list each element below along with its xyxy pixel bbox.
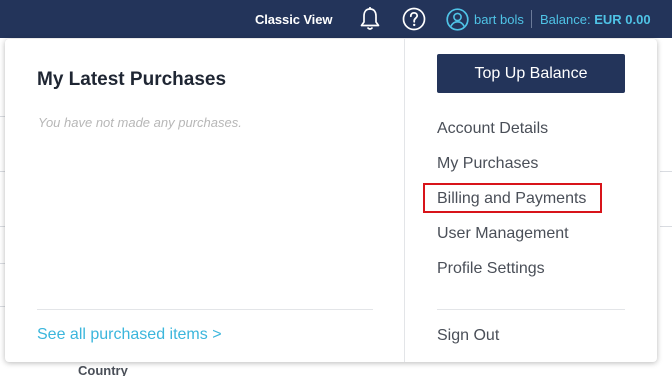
classic-view-link[interactable]: Classic View [255, 12, 332, 27]
latest-purchases-section: My Latest Purchases You have not made an… [5, 39, 404, 362]
menu-item-my-purchases[interactable]: My Purchases [437, 155, 538, 173]
top-up-balance-button[interactable]: Top Up Balance [437, 54, 625, 93]
country-column-header: Country [78, 363, 128, 376]
username-link[interactable]: bart bols [474, 12, 524, 27]
balance-display: Balance: EUR 0.00 [540, 12, 651, 27]
section-divider [37, 309, 373, 310]
top-navbar: Classic View bart bols Balance: EUR 0.00 [0, 0, 672, 38]
menu-item-user-management[interactable]: User Management [437, 225, 569, 243]
see-all-purchased-link[interactable]: See all purchased items > [37, 326, 222, 344]
menu-divider [437, 309, 625, 310]
balance-label: Balance: [540, 12, 591, 27]
menu-item-billing-and-payments[interactable]: Billing and Payments [437, 190, 586, 208]
account-menu: Top Up Balance Account Details My Purcha… [405, 39, 657, 362]
navbar-separator [531, 10, 532, 28]
empty-purchases-message: You have not made any purchases. [38, 115, 242, 130]
menu-item-account-details[interactable]: Account Details [437, 120, 548, 138]
latest-purchases-title: My Latest Purchases [37, 69, 227, 90]
user-avatar-icon[interactable] [446, 8, 469, 31]
balance-value: EUR 0.00 [594, 12, 651, 27]
account-dropdown-panel: My Latest Purchases You have not made an… [5, 39, 657, 362]
bell-icon[interactable] [358, 6, 382, 32]
sign-out-link[interactable]: Sign Out [437, 327, 499, 345]
menu-item-profile-settings[interactable]: Profile Settings [437, 260, 545, 278]
help-icon[interactable] [402, 7, 426, 31]
